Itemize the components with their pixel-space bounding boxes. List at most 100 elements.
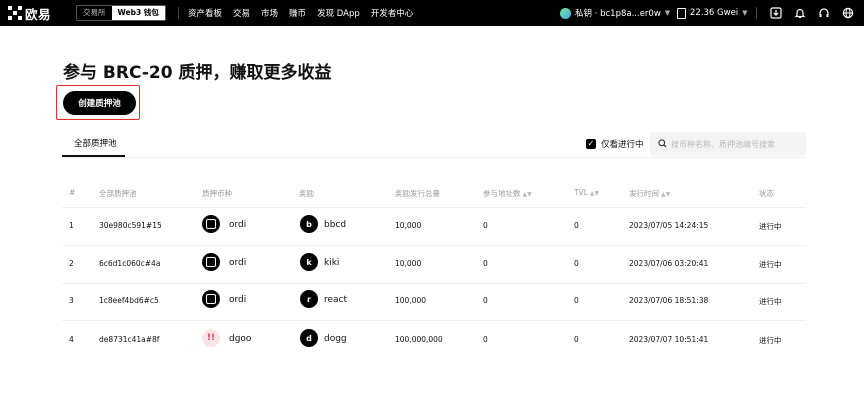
ordi-token-icon [202,290,220,308]
chevron-down-icon: ▼ [664,9,671,17]
mode-switch: 交易所 Web3 钱包 [76,5,166,21]
participants-count: 0 [483,221,488,230]
search-input[interactable] [671,136,801,152]
column-header-index: # [69,188,76,197]
column-header-participants: 参与地址数 [483,189,521,198]
column-header-tvl-sortable[interactable]: TVL ▲▼ [574,188,599,197]
column-header-issue-time: 发行时间 [629,189,659,198]
column-header-stake-token: 质押币种 [202,189,232,198]
reward-total: 100,000 [395,296,427,305]
status-badge: 进行中 [759,260,782,269]
tab-all-pools[interactable]: 全部质押池 [62,133,129,157]
reward-total: 100,000,000 [395,335,443,344]
row-index: 4 [69,335,74,344]
nav-item-trade[interactable]: 交易 [233,7,250,19]
pool-id[interactable]: 6c6d1c060c#4a [99,259,160,268]
gas-price-value: 22.36 Gwei [690,8,739,18]
column-header-tvl: TVL [574,188,588,197]
wallet-selector[interactable]: 私钥 · bc1p8a...er0w ▼ [560,6,670,20]
status-badge: 进行中 [759,222,782,231]
issue-time: 2023/07/06 03:20:41 [629,259,709,268]
download-icon[interactable] [769,6,783,20]
column-header-status: 状态 [759,189,774,198]
reward-token-name: bbcd [324,220,347,230]
tvl-value: 0 [574,221,579,230]
reward-token-icon: k [300,253,318,271]
participants-count: 0 [483,296,488,305]
row-divider [62,283,806,284]
row-index: 2 [69,259,74,268]
reward-token-icon: b [300,215,318,233]
sort-icon: ▲▼ [522,191,532,198]
stake-token-name: ordi [229,295,247,305]
stake-token-name: ordi [229,258,247,268]
ordi-token-icon [202,215,220,233]
row-index: 3 [69,296,74,305]
pool-id[interactable]: 1c8eef4bd6#c5 [99,296,159,305]
logo-icon [8,6,22,20]
nav-item-earn[interactable]: 赚币 [289,7,306,19]
stake-token-name: ordi [229,220,247,230]
wallet-avatar-icon [560,7,571,19]
chevron-down-icon: ▼ [742,9,748,17]
row-divider [62,320,806,321]
mode-exchange-tab[interactable]: 交易所 [77,6,112,20]
nav-item-market[interactable]: 市场 [261,7,278,19]
column-header-reward: 奖励 [299,189,314,198]
nav-item-dapp[interactable]: 发现 DApp [317,7,360,19]
participants-count: 0 [483,259,488,268]
page-title: 参与 BRC-20 质押，赚取更多收益 [63,63,332,83]
column-header-reward-total: 奖励发行总量 [395,189,440,198]
reward-total: 10,000 [395,259,422,268]
reward-token-name: kiki [324,258,340,268]
reward-total: 10,000 [395,221,422,230]
mode-web3-wallet-tab[interactable]: Web3 钱包 [111,6,165,20]
row-divider [62,245,806,246]
highlight-box [56,85,140,120]
pool-id[interactable]: de8731c41a#8f [99,335,159,344]
nav-divider [178,7,179,19]
pool-id[interactable]: 30e980c591#15 [99,221,162,230]
reward-token-name: dogg [324,334,347,344]
reward-token-name: react [324,295,348,305]
sort-icon: ▲▼ [589,190,600,197]
globe-icon[interactable] [841,6,855,20]
tvl-value: 0 [574,259,579,268]
ordi-token-icon [202,253,220,271]
logo-text: 欧易 [25,6,52,22]
table-divider [62,207,806,208]
dgoo-token-icon: !! [202,329,220,347]
tab-divider [62,157,806,158]
headset-icon[interactable] [817,6,831,20]
issue-time: 2023/07/05 14:24:15 [629,221,709,230]
main-nav: 资产看板 交易 市场 赚币 发现 DApp 开发者中心 [188,0,413,26]
status-badge: 进行中 [759,297,782,306]
nav-item-developer[interactable]: 开发者中心 [371,7,414,19]
tvl-value: 0 [574,335,579,344]
gas-pump-icon [677,7,686,19]
bell-icon[interactable] [793,6,807,20]
wallet-address: 私钥 · bc1p8a...er0w [575,9,661,19]
toolbar-divider [756,7,757,19]
column-header-pool: 全部质押池 [99,189,137,198]
row-index: 1 [69,221,74,230]
top-navigation-bar: 欧易 交易所 Web3 钱包 资产看板 交易 市场 赚币 发现 DApp 开发者… [0,0,864,26]
reward-token-icon: r [300,290,318,308]
tvl-value: 0 [574,296,579,305]
issue-time: 2023/07/07 10:51:41 [629,335,709,344]
reward-token-icon: d [300,329,318,347]
status-badge: 进行中 [759,336,782,345]
sort-icon: ▲▼ [661,191,671,198]
participants-count: 0 [483,335,488,344]
okx-logo[interactable]: 欧易 [8,5,52,22]
column-header-participants-sortable[interactable]: 参与地址数 ▲▼ [483,188,532,199]
search-box [650,132,806,156]
active-only-label[interactable]: 仅看进行中 [601,138,644,150]
issue-time: 2023/07/06 18:51:38 [629,296,709,305]
search-icon [658,139,667,148]
nav-item-assets[interactable]: 资产看板 [188,7,222,19]
active-only-checkbox[interactable]: ✓ [586,139,596,149]
gas-price-selector[interactable]: 22.36 Gwei ▼ [677,6,748,20]
column-header-issue-time-sortable[interactable]: 发行时间 ▲▼ [629,188,670,199]
stake-token-name: dgoo [229,334,252,344]
